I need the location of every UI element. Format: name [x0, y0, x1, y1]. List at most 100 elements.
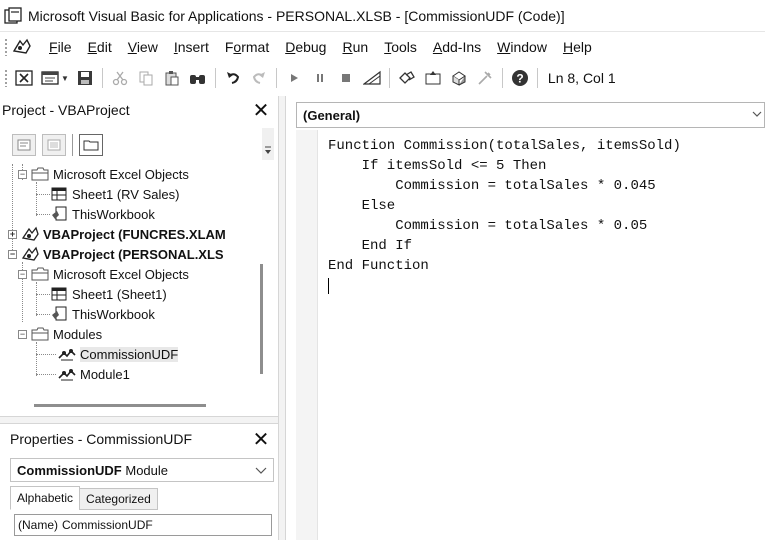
tree-item-label: Sheet1 (Sheet1): [72, 286, 167, 302]
paste-icon[interactable]: [160, 67, 184, 89]
tree-item-personal-project[interactable]: − VBAProject (PERSONAL.XLS: [8, 244, 224, 264]
menu-run[interactable]: Run: [334, 32, 376, 62]
tree-item-commissionudf[interactable]: CommissionUDF: [58, 344, 179, 364]
menu-edit[interactable]: Edit: [80, 32, 120, 62]
tree-item-module1[interactable]: Module1: [58, 364, 130, 384]
insert-dropdown-arrow[interactable]: ▼: [61, 74, 69, 83]
toggle-folders-icon[interactable]: [79, 134, 103, 156]
menu-addins[interactable]: Add-Ins: [425, 32, 489, 62]
find-icon[interactable]: [186, 67, 210, 89]
collapse-toggle-icon[interactable]: −: [18, 169, 27, 179]
run-icon[interactable]: [282, 67, 306, 89]
menu-format[interactable]: Format: [217, 32, 277, 62]
menu-debug[interactable]: Debug: [277, 32, 334, 62]
copy-icon[interactable]: [134, 67, 158, 89]
properties-grid-row[interactable]: (Name) CommissionUDF: [14, 514, 272, 536]
tree-item-modules[interactable]: − Modules: [18, 324, 102, 344]
tree-item-label: VBAProject (FUNCRES.XLAM: [43, 226, 226, 242]
redo-icon[interactable]: [247, 67, 271, 89]
view-excel-icon[interactable]: [12, 67, 36, 89]
menubar-grip[interactable]: [4, 38, 8, 56]
object-select-value: (General): [303, 107, 361, 123]
save-icon[interactable]: [73, 67, 97, 89]
code-line[interactable]: Function Commission(totalSales, itemsSol…: [328, 138, 681, 158]
expand-toggle-icon[interactable]: +: [8, 229, 17, 239]
menu-view[interactable]: View: [120, 32, 166, 62]
toolbar-grip[interactable]: [4, 69, 8, 87]
help-icon[interactable]: ?: [508, 67, 532, 89]
tree-item-label: Sheet1 (RV Sales): [72, 186, 180, 202]
object-browser-icon[interactable]: [447, 67, 471, 89]
toolbox-icon[interactable]: [473, 67, 497, 89]
cut-icon[interactable]: [108, 67, 132, 89]
code-line[interactable]: Else: [328, 198, 396, 218]
code-line[interactable]: Commission = totalSales * 0.045: [328, 178, 655, 198]
tab-categorized[interactable]: Categorized: [79, 488, 158, 510]
reset-icon[interactable]: [334, 67, 358, 89]
menu-bar: File Edit View Insert Format Debug Run T…: [0, 32, 765, 62]
code-line[interactable]: End If: [328, 238, 412, 258]
tree-item-excel-objects-1[interactable]: − Microsoft Excel Objects: [18, 164, 189, 184]
pane-splitter-horizontal[interactable]: [0, 416, 278, 424]
project-explorer-icon[interactable]: [395, 67, 419, 89]
chevron-down-icon: [255, 463, 267, 478]
code-line[interactable]: End Function: [328, 258, 429, 278]
tree-item-label: CommissionUDF: [80, 346, 179, 362]
code-line[interactable]: If itemsSold <= 5 Then: [328, 158, 547, 178]
collapse-toggle-icon[interactable]: −: [18, 269, 27, 279]
code-line[interactable]: Commission = totalSales * 0.05: [328, 218, 647, 238]
collapse-toggle-icon[interactable]: −: [8, 249, 17, 259]
properties-close-button[interactable]: ✕: [248, 427, 274, 451]
view-code-icon[interactable]: [12, 134, 36, 156]
code-margin-indicator-bar[interactable]: [296, 130, 318, 540]
view-object-icon[interactable]: [42, 134, 66, 156]
tree-item-excel-objects-2[interactable]: − Microsoft Excel Objects: [18, 264, 189, 284]
module-icon: [58, 366, 76, 382]
tree-connector: [36, 354, 56, 355]
toolbar-separator: [214, 68, 216, 88]
tab-alphabetic[interactable]: Alphabetic: [10, 486, 81, 510]
properties-icon[interactable]: [421, 67, 445, 89]
toolbar-separator: [275, 68, 277, 88]
pane-splitter-vertical[interactable]: [278, 96, 286, 540]
tree-item-thisworkbook-1[interactable]: ThisWorkbook: [50, 204, 155, 224]
project-horizontal-scrollbar[interactable]: [34, 404, 206, 407]
tree-connector: [36, 374, 56, 375]
undo-icon[interactable]: [221, 67, 245, 89]
cursor-position: Ln 8, Col 1: [547, 70, 616, 86]
tree-connector: [36, 194, 50, 195]
workbook-icon: [50, 306, 68, 322]
toolbar-separator: [101, 68, 103, 88]
menu-insert[interactable]: Insert: [166, 32, 217, 62]
menu-window[interactable]: Window: [489, 32, 555, 62]
tree-item-sheet1-sheet1[interactable]: Sheet1 (Sheet1): [50, 284, 167, 304]
toolbar-separator: [388, 68, 390, 88]
project-vertical-scrollbar[interactable]: [260, 264, 263, 374]
menu-edit-label: dit: [96, 39, 112, 55]
tree-connector: [36, 342, 37, 376]
project-close-button[interactable]: ✕: [248, 98, 274, 122]
menu-tools[interactable]: Tools: [376, 32, 425, 62]
project-tree: − Microsoft Excel Objects Sheet1 (RV Sal…: [8, 164, 276, 400]
menu-help[interactable]: Help: [555, 32, 600, 62]
project-toolbar-separator: [72, 134, 73, 156]
properties-object-select[interactable]: CommissionUDF Module: [10, 458, 274, 482]
collapse-toggle-icon[interactable]: −: [18, 329, 27, 339]
worksheet-icon: [50, 186, 68, 202]
tree-item-funcres-project[interactable]: + VBAProject (FUNCRES.XLAM: [8, 224, 226, 244]
project-scroll-arrow[interactable]: [262, 128, 274, 160]
folder-icon: [31, 266, 49, 282]
tree-item-sheet1-rv-sales[interactable]: Sheet1 (RV Sales): [50, 184, 179, 204]
tree-item-thisworkbook-2[interactable]: ThisWorkbook: [50, 304, 155, 324]
object-select[interactable]: (General): [296, 102, 765, 128]
tree-item-label: ThisWorkbook: [72, 306, 155, 322]
insert-module-icon[interactable]: [38, 67, 62, 89]
toolbar-separator: [536, 68, 538, 88]
menu-file[interactable]: File: [41, 32, 80, 62]
vba-menu-icon[interactable]: [11, 37, 33, 57]
property-name: (Name): [18, 518, 59, 532]
code-editor[interactable]: Function Commission(totalSales, itemsSol…: [318, 130, 765, 540]
break-icon[interactable]: [308, 67, 332, 89]
design-mode-icon[interactable]: [360, 67, 384, 89]
property-value[interactable]: CommissionUDF: [62, 518, 153, 532]
